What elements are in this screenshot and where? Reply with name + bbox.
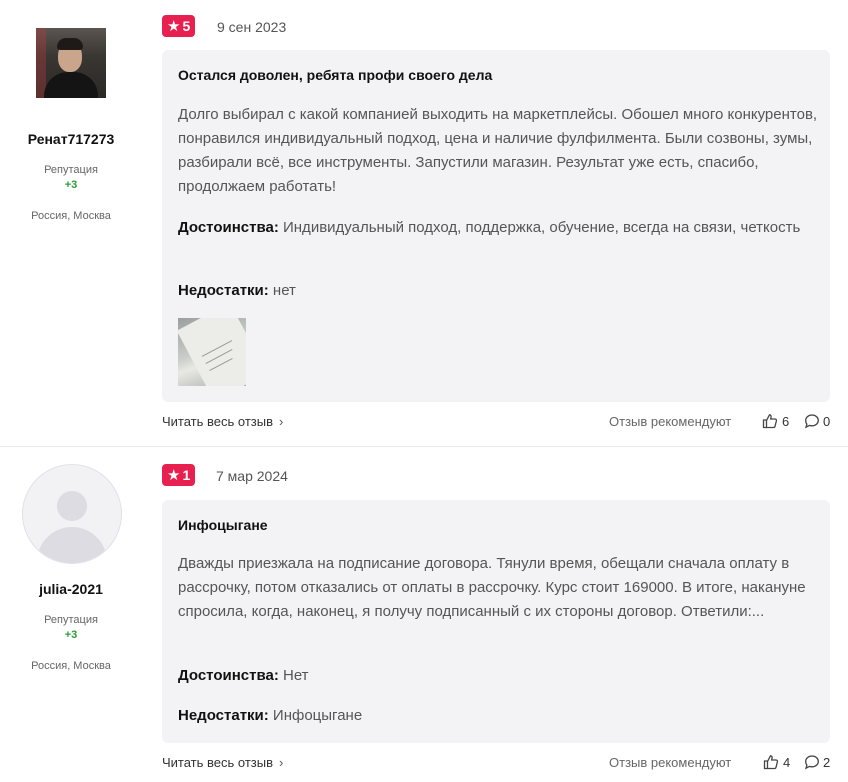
thumbs-up-icon: [762, 414, 778, 429]
recommend-label: Отзыв рекомендуют: [609, 755, 732, 770]
review-card: Инфоцыгане Дважды приезжала на подписани…: [162, 500, 830, 743]
comments-count: 2: [823, 754, 831, 770]
review-card: Остался доволен, ребята профи своего дел…: [162, 50, 830, 402]
review-date: 7 мар 2024: [216, 468, 288, 484]
read-full-review-link[interactable]: Читать весь отзыв ›: [162, 755, 283, 770]
comments-count: 0: [823, 413, 831, 429]
avatar-body: [44, 72, 98, 98]
review-text: Долго выбирал с какой компанией выходить…: [178, 106, 818, 195]
review-cons: Недостатки: Инфоцыгане: [178, 704, 818, 728]
review-item: Ренат717273 Репутация +3 Россия, Москва …: [0, 0, 848, 447]
likes-count: 4: [783, 754, 791, 770]
avatar[interactable]: [36, 28, 106, 98]
reputation-label: Репутация: [44, 614, 98, 626]
star-icon: ★: [167, 17, 181, 35]
review-date: 9 сен 2023: [217, 19, 287, 35]
review-pros: Достоинства: Нет: [178, 664, 818, 688]
pros-text: Нет: [278, 667, 309, 684]
pros-text: Индивидуальный подход, поддержка, обучен…: [278, 219, 801, 236]
reputation-label: Репутация: [44, 164, 98, 176]
cons-label: Недостатки:: [178, 707, 269, 724]
avatar-hair: [57, 38, 83, 50]
attachment-paper: [178, 318, 246, 386]
avatar[interactable]: [22, 464, 122, 564]
review-pros: Достоинства: Индивидуальный подход, подд…: [178, 216, 818, 240]
user-location: Россия, Москва: [31, 660, 111, 672]
attachment-thumbnail[interactable]: [178, 318, 246, 386]
chevron-right-icon: ›: [279, 755, 284, 770]
review-cons: Недостатки: нет: [178, 279, 818, 303]
chevron-right-icon: ›: [279, 414, 284, 429]
user-location: Россия, Москва: [31, 210, 111, 222]
cons-text: Инфоцыгане: [268, 707, 363, 724]
pros-label: Достоинства:: [178, 219, 279, 236]
review-title[interactable]: Остался доволен, ребята профи своего дел…: [178, 67, 492, 83]
like-button[interactable]: 4: [763, 754, 790, 770]
comments-button[interactable]: 0: [804, 413, 830, 429]
review-footer: Читать весь отзыв › Отзыв рекомендуют 6 …: [162, 414, 830, 434]
review-text: Дважды приезжала на подписание договора.…: [178, 555, 806, 620]
rating-badge: ★ 5: [162, 15, 196, 37]
read-more-label: Читать весь отзыв: [162, 414, 274, 429]
read-full-review-link[interactable]: Читать весь отзыв ›: [162, 414, 283, 429]
likes-count: 6: [782, 413, 790, 429]
avatar-placeholder-head: [57, 491, 87, 521]
username[interactable]: julia-2021: [0, 581, 142, 597]
avatar-placeholder-body: [37, 527, 107, 563]
comments-button[interactable]: 2: [804, 754, 830, 770]
recommend-label: Отзыв рекомендуют: [609, 414, 732, 429]
review-footer: Читать весь отзыв › Отзыв рекомендуют 4 …: [162, 755, 830, 775]
reputation-value: +3: [64, 629, 78, 641]
read-more-label: Читать весь отзыв: [162, 755, 274, 770]
rating-value: 1: [182, 467, 191, 483]
username[interactable]: Ренат717273: [0, 131, 142, 147]
rating-value: 5: [182, 18, 191, 34]
comment-bubble-icon: [804, 414, 819, 429]
pros-label: Достоинства:: [178, 667, 279, 684]
rating-badge: ★ 1: [162, 464, 196, 486]
reputation-value: +3: [64, 179, 78, 191]
star-icon: ★: [167, 466, 181, 484]
thumbs-up-icon: [763, 755, 779, 770]
cons-text: нет: [268, 282, 296, 299]
like-button[interactable]: 6: [762, 413, 789, 429]
cons-label: Недостатки:: [178, 282, 269, 299]
comment-bubble-icon: [804, 755, 819, 770]
review-title[interactable]: Инфоцыгане: [178, 517, 268, 533]
